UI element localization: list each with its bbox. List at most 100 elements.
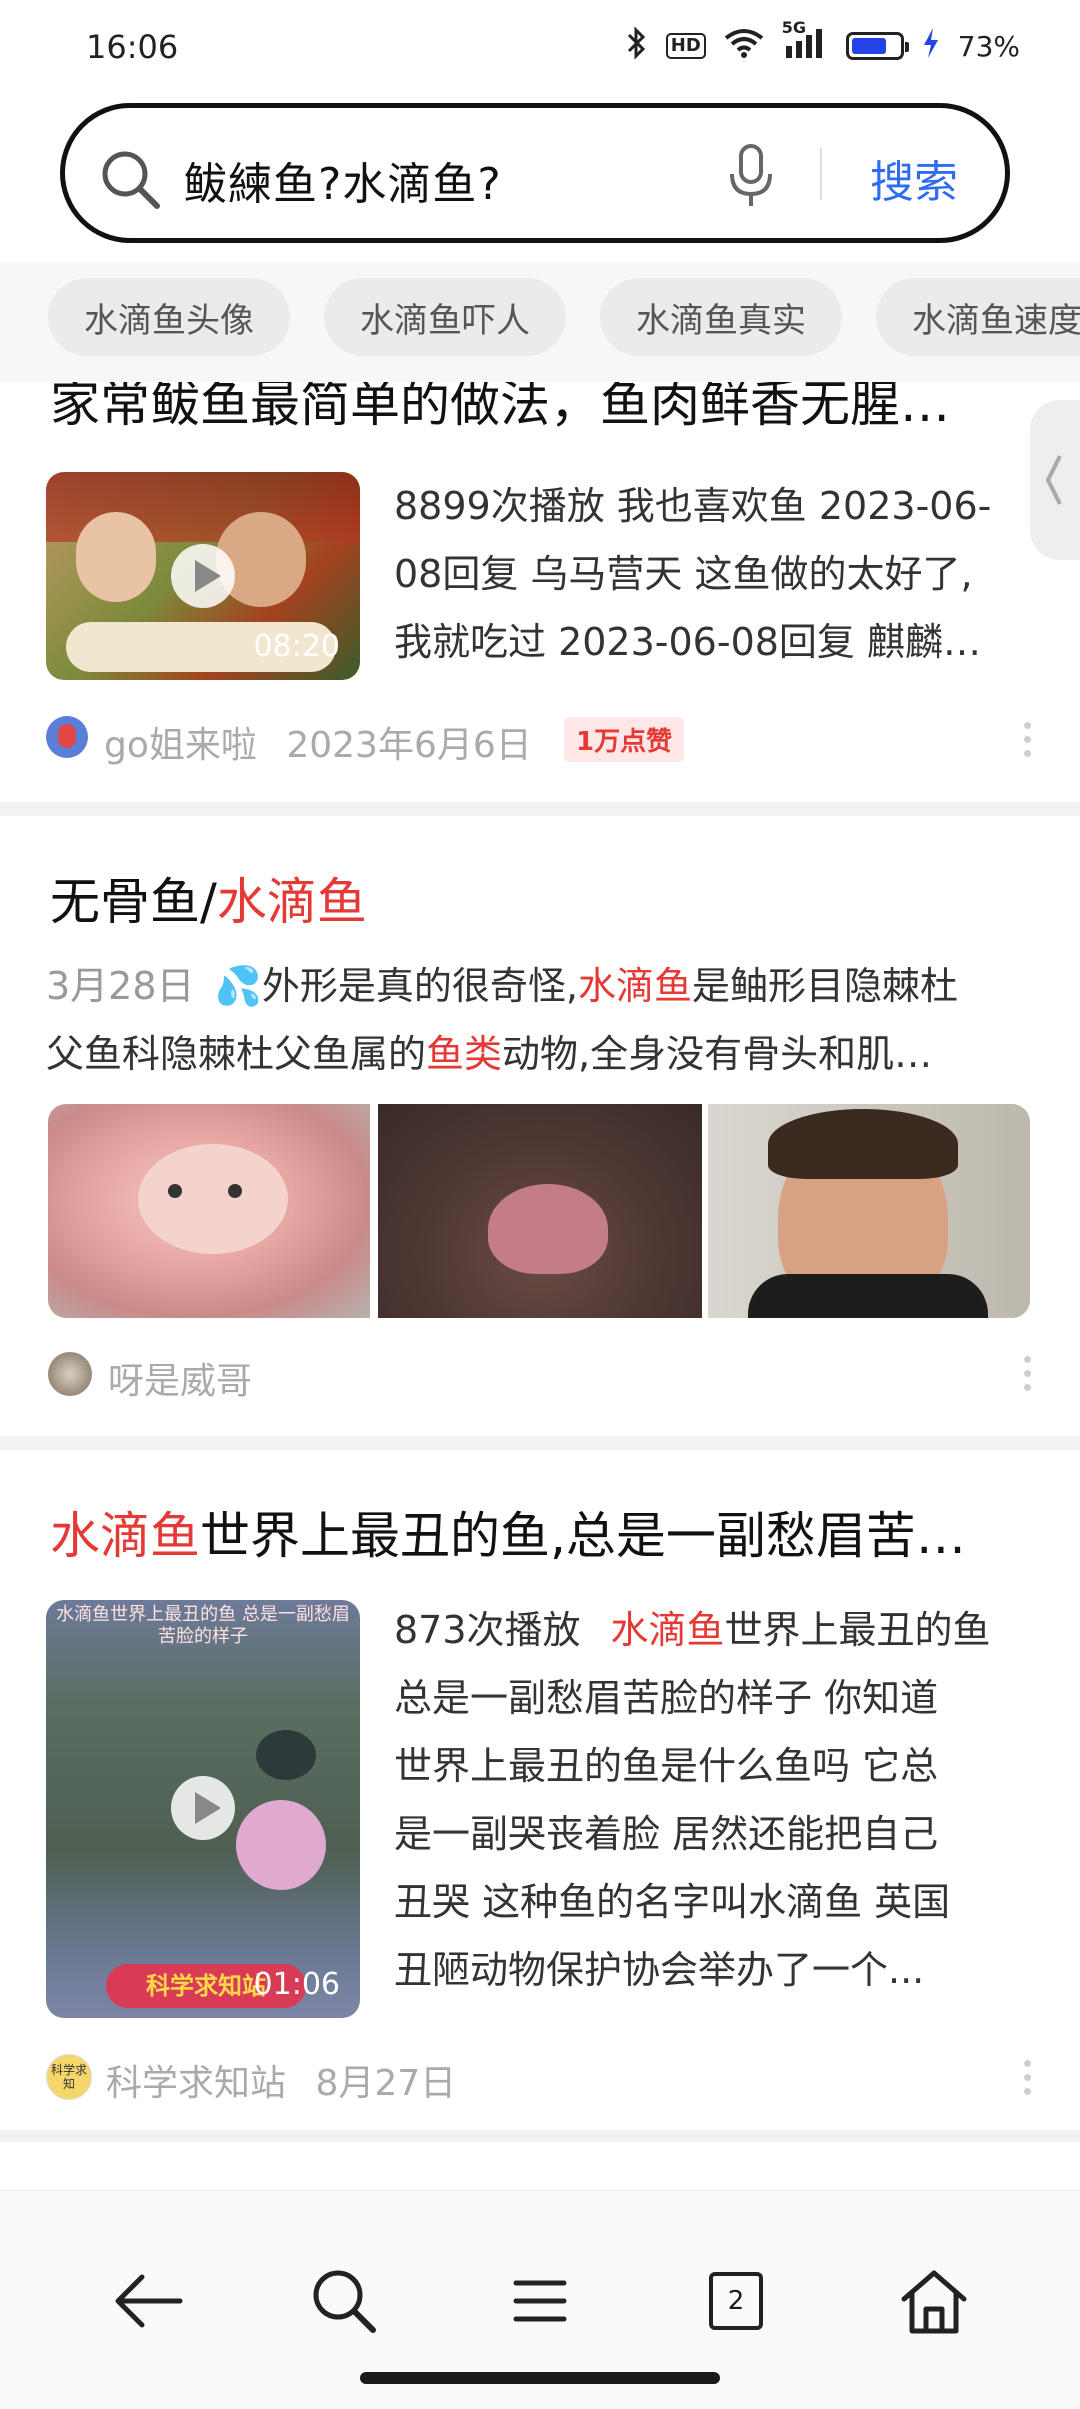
title-text: 世界上最丑的鱼,总是一副愁眉苦…: [200, 1507, 966, 1565]
tab-count: 2: [727, 2286, 745, 2316]
result-title[interactable]: 家常鲅鱼最简单的做法，鱼肉鲜香无腥…: [50, 382, 950, 436]
author-name[interactable]: go姐来啦: [104, 725, 257, 766]
blobfish-image-1[interactable]: [48, 1104, 370, 1318]
more-options-icon[interactable]: [1024, 2060, 1032, 2100]
desc-line: 丑哭 这种鱼的名字叫水滴鱼 英国: [394, 1880, 951, 1924]
person-shirt: [748, 1274, 988, 1318]
video-thumbnail[interactable]: 08:20: [46, 472, 360, 680]
blobfish-shape: [236, 1800, 326, 1890]
back-arrow-icon: [115, 2274, 183, 2328]
author-name[interactable]: 科学求知站: [106, 2063, 286, 2104]
battery-fill: [851, 38, 886, 54]
thumbnail-caption: 水滴鱼世界上最丑的鱼 总是一副愁眉苦脸的样子: [56, 1604, 350, 1647]
result-description: 3月28日 💦外形是真的很奇怪,水滴鱼是鲉形目隐棘杜 父鱼科隐棘杜父鱼属的鱼类动物…: [46, 952, 1036, 1088]
play-icon: [171, 544, 235, 608]
battery-icon: [845, 32, 909, 60]
result-title[interactable]: 水滴鱼世界上最丑的鱼,总是一副愁眉苦…: [50, 1496, 966, 1568]
menu-icon: [513, 2280, 567, 2322]
desc-line: 是一副哭丧着脸 居然还能把自己: [394, 1812, 939, 1856]
status-time: 16:06: [86, 28, 179, 66]
status-icons: HD 5G 73%: [626, 18, 1020, 67]
search-icon: [313, 2270, 376, 2333]
desc-line: 08回复 乌马营天 这鱼做的太好了,: [394, 552, 973, 596]
chip-real[interactable]: 水滴鱼真实: [600, 278, 842, 356]
author-avatar[interactable]: 科学求知: [46, 2054, 92, 2100]
result-description: 8899次播放 我也喜欢鱼 2023-06- 08回复 乌马营天 这鱼做的太好了…: [394, 472, 1034, 676]
search-divider: [820, 148, 822, 200]
result-description: 873次播放 水滴鱼世界上最丑的鱼 总是一副愁眉苦脸的样子 你知道 世界上最丑的鱼…: [394, 1596, 1044, 2004]
desc-highlight: 水滴鱼: [577, 964, 692, 1008]
home-icon: [901, 2270, 967, 2334]
blobfish-image-2[interactable]: [378, 1104, 702, 1318]
author-avatar[interactable]: [48, 1352, 92, 1396]
desc-line: 丑陋动物保护协会举办了一个...: [394, 1948, 925, 1992]
person-hair: [768, 1109, 958, 1179]
fish-shape: [256, 1730, 316, 1780]
tabs-icon: 2: [709, 2272, 763, 2330]
charging-icon: [922, 27, 940, 65]
author-avatar[interactable]: [46, 716, 88, 758]
bluetooth-icon: [626, 25, 648, 67]
more-options-icon[interactable]: [1024, 1356, 1032, 1396]
video-duration: 08:20: [253, 629, 340, 664]
microphone-icon[interactable]: [727, 144, 775, 214]
side-panel-handle[interactable]: [1030, 400, 1080, 560]
video-thumbnail[interactable]: 水滴鱼世界上最丑的鱼 总是一副愁眉苦脸的样子 科学求知站 01:06: [46, 1600, 360, 2018]
back-button[interactable]: [97, 2251, 197, 2351]
result-card-2[interactable]: 无骨鱼/水滴鱼 3月28日 💦外形是真的很奇怪,水滴鱼是鲉形目隐棘杜 父鱼科隐棘杜…: [0, 816, 1080, 1436]
search-bar[interactable]: 鲅練鱼?水滴鱼? 搜索: [60, 103, 1010, 243]
card-divider: [0, 1436, 1080, 1450]
blobfish-body: [488, 1184, 608, 1274]
result-card-1[interactable]: 家常鲅鱼最简单的做法，鱼肉鲜香无腥… 08:20 8899次播放 我也喜欢鱼 2…: [0, 382, 1080, 802]
result-title-text: 家常鲅鱼最简单的做法，鱼肉鲜香无腥…: [50, 382, 950, 433]
chip-speed[interactable]: 水滴鱼速度: [876, 278, 1080, 356]
desc-text: 动物,全身没有骨头和肌…: [502, 1032, 933, 1076]
result-title[interactable]: 无骨鱼/水滴鱼: [50, 862, 367, 934]
home-button[interactable]: [884, 2251, 984, 2351]
more-options-icon[interactable]: [1024, 722, 1032, 762]
result-meta: go姐来啦 2023年6月6日: [104, 716, 532, 768]
person-image[interactable]: [708, 1104, 1030, 1318]
desc-text: 世界上最丑的鱼: [724, 1608, 991, 1652]
publish-date: 8月27日: [315, 2063, 457, 2104]
publish-date: 3月28日: [46, 964, 195, 1008]
publish-date: 2023年6月6日: [286, 725, 532, 766]
desc-text: 父鱼科隐棘杜父鱼属的: [46, 1032, 427, 1076]
chip-avatar[interactable]: 水滴鱼头像: [48, 278, 290, 356]
result-meta: 科学求知站 8月27日: [106, 2054, 456, 2106]
search-button[interactable]: 搜索: [870, 146, 958, 210]
desc-line: 873次播放 水滴鱼世界上最丑的鱼: [394, 1596, 1044, 1664]
desc-highlight: 水滴鱼: [610, 1608, 725, 1652]
title-text: 无骨鱼/: [50, 873, 217, 931]
battery-percent: 73%: [957, 29, 1020, 63]
card-divider: [0, 2130, 1080, 2142]
network-type: 5G: [781, 17, 807, 37]
wifi-icon: [724, 28, 764, 65]
search-input[interactable]: 鲅練鱼?水滴鱼?: [183, 148, 502, 212]
related-search-chips: 水滴鱼头像 水滴鱼吓人 水滴鱼真实 水滴鱼速度: [0, 262, 1080, 382]
desc-line: 8899次播放 我也喜欢鱼 2023-06-: [394, 484, 992, 528]
search-icon: [99, 148, 163, 216]
home-indicator[interactable]: [360, 2372, 720, 2384]
cellular-signal-icon: 5G: [782, 18, 828, 65]
desc-line: 世界上最丑的鱼是什么鱼吗 它总: [394, 1744, 939, 1788]
search-nav-button[interactable]: [294, 2251, 394, 2351]
card-divider: [0, 802, 1080, 816]
menu-button[interactable]: [490, 2251, 590, 2351]
desc-line: 总是一副愁眉苦脸的样子 你知道: [394, 1676, 939, 1720]
desc-highlight: 鱼类: [426, 1032, 503, 1076]
blobfish-eye: [228, 1184, 242, 1198]
author-name[interactable]: 呀是威哥: [108, 1352, 252, 1404]
chip-scary[interactable]: 水滴鱼吓人: [324, 278, 566, 356]
likes-badge: 1万点赞: [564, 717, 685, 762]
result-card-3[interactable]: 水滴鱼世界上最丑的鱼,总是一副愁眉苦… 水滴鱼世界上最丑的鱼 总是一副愁眉苦脸的…: [0, 1450, 1080, 2130]
chevron-left-icon: [1045, 455, 1062, 505]
hd-icon: HD: [665, 33, 706, 59]
desc-text: 💦外形是真的很奇怪,: [214, 964, 578, 1008]
video-duration: 01:06: [253, 1967, 340, 2002]
desc-text: 是鲉形目隐棘杜: [691, 964, 958, 1008]
status-bar: 16:06 HD 5G 73%: [0, 0, 1080, 96]
tabs-button[interactable]: 2: [686, 2251, 786, 2351]
title-highlight: 水滴鱼: [216, 873, 367, 931]
desc-line: 3月28日 💦外形是真的很奇怪,水滴鱼是鲉形目隐棘杜: [46, 952, 1036, 1020]
